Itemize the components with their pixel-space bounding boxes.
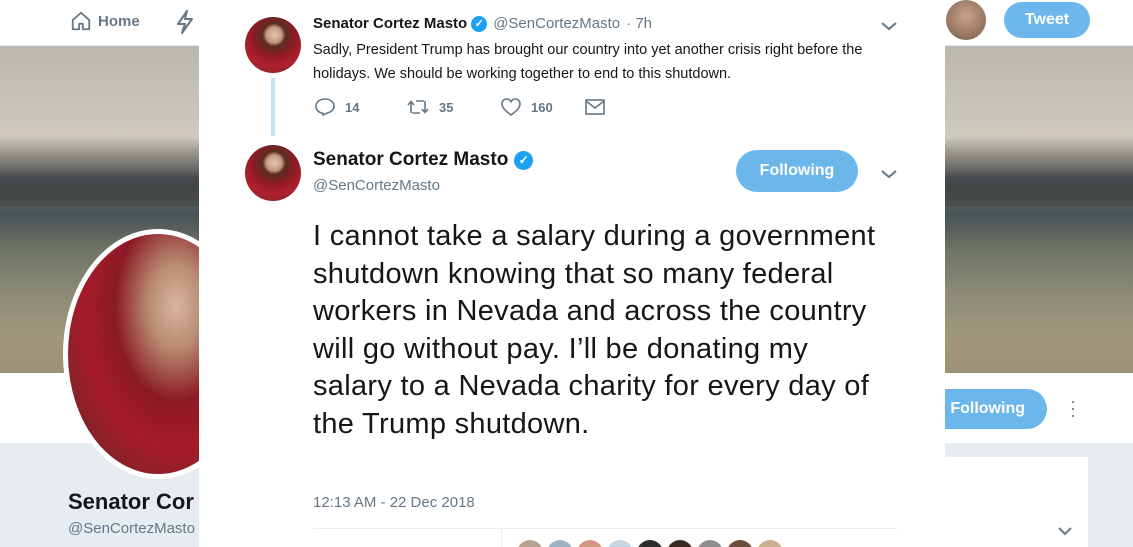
avatar[interactable] xyxy=(245,17,301,73)
divider xyxy=(501,528,502,547)
lightning-icon xyxy=(177,10,193,34)
chevron-down-icon[interactable] xyxy=(1058,523,1072,541)
main-tweet-header: Senator Cortez Masto ✓ xyxy=(313,149,534,171)
nav-home-label: Home xyxy=(98,12,140,30)
reply-button[interactable]: 14 xyxy=(315,98,407,116)
parent-tweet-actions: 14 35 160 xyxy=(315,98,605,116)
parent-tweet-time[interactable]: · 7h xyxy=(626,15,652,32)
liker-avatar[interactable] xyxy=(757,540,783,547)
thread-connector xyxy=(271,78,275,136)
retweet-icon xyxy=(407,100,429,114)
retweet-count: 35 xyxy=(439,99,454,115)
main-author-handle[interactable]: @SenCortezMasto xyxy=(313,177,440,194)
main-tweet-text: I cannot take a salary during a governme… xyxy=(313,220,876,440)
parent-author-handle[interactable]: @SenCortezMasto xyxy=(493,15,620,32)
parent-tweet-text: Sadly, President Trump has brought our c… xyxy=(313,42,863,82)
avatar[interactable] xyxy=(245,145,301,201)
profile-handle: @SenCortezMasto xyxy=(68,520,195,537)
nav-home[interactable]: Home xyxy=(70,10,140,32)
profile-name: Senator Cor xyxy=(68,489,194,514)
liker-avatar[interactable] xyxy=(667,540,693,547)
verified-badge-icon: ✓ xyxy=(471,15,488,32)
liker-avatar[interactable] xyxy=(607,540,633,547)
reply-icon xyxy=(315,98,335,116)
home-icon xyxy=(71,11,91,31)
divider xyxy=(313,528,897,529)
envelope-icon xyxy=(585,99,605,115)
parent-author-name[interactable]: Senator Cortez Masto xyxy=(313,15,467,32)
retweet-button[interactable]: 35 xyxy=(407,98,501,116)
tweet-modal: Senator Cortez Masto ✓ @SenCortezMasto ·… xyxy=(199,0,945,547)
account-avatar[interactable] xyxy=(946,0,986,40)
verified-badge-icon: ✓ xyxy=(514,150,534,170)
liker-avatar[interactable] xyxy=(727,540,753,547)
like-button[interactable]: 160 xyxy=(501,98,585,116)
liker-avatar[interactable] xyxy=(637,540,663,547)
reply-count: 14 xyxy=(345,99,360,115)
nav-moments[interactable] xyxy=(176,10,194,39)
chevron-down-icon[interactable] xyxy=(881,166,897,182)
more-vertical-icon[interactable]: · · · xyxy=(1066,392,1080,424)
compose-tweet-button[interactable]: Tweet xyxy=(1004,2,1090,38)
parent-tweet-header: Senator Cortez Masto ✓ @SenCortezMasto ·… xyxy=(313,15,652,32)
direct-message-button[interactable] xyxy=(585,99,605,115)
liker-avatars xyxy=(517,540,783,547)
liker-avatar[interactable] xyxy=(697,540,723,547)
following-button[interactable]: Following xyxy=(736,150,858,192)
heart-icon xyxy=(501,98,521,116)
liker-avatar[interactable] xyxy=(547,540,573,547)
liker-avatar[interactable] xyxy=(577,540,603,547)
like-count: 160 xyxy=(531,99,553,115)
main-author-name[interactable]: Senator Cortez Masto xyxy=(313,149,508,171)
tweet-timestamp[interactable]: 12:13 AM - 22 Dec 2018 xyxy=(313,494,475,511)
liker-avatar[interactable] xyxy=(517,540,543,547)
chevron-down-icon[interactable] xyxy=(881,18,897,34)
